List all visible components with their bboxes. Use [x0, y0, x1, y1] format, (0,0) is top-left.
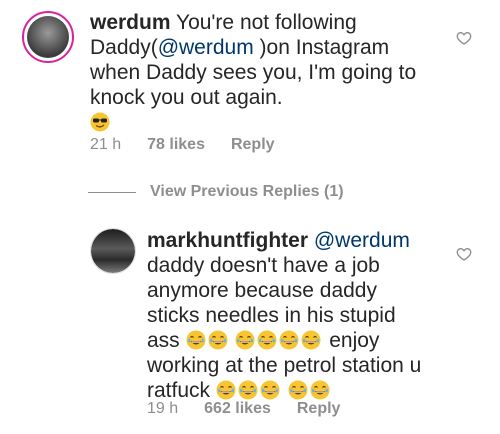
- reply-button[interactable]: Reply: [231, 136, 275, 154]
- laughing-emoji-icon: [301, 330, 321, 350]
- laughing-emoji-icon: [310, 380, 330, 400]
- comment-markhuntfighter: markhuntfighter @werdum daddy doesn't ha…: [147, 228, 433, 403]
- comment-werdum: werdum You're not following Daddy(@werdu…: [90, 10, 430, 135]
- laughing-emoji-group-3: [216, 379, 282, 402]
- mention-werdum[interactable]: @werdum: [158, 36, 254, 59]
- laughing-emoji-icon: [186, 330, 206, 350]
- laughing-emoji-group-1: [186, 329, 230, 352]
- view-previous-replies[interactable]: View Previous Replies (1): [88, 183, 344, 201]
- reply-button-2[interactable]: Reply: [297, 400, 341, 418]
- laughing-emoji-icon: [235, 330, 255, 350]
- laughing-emoji-icon: [257, 330, 277, 350]
- like-heart-icon-2[interactable]: [456, 246, 472, 262]
- mention-werdum-2[interactable]: @werdum: [314, 229, 410, 252]
- username-werdum[interactable]: werdum: [90, 11, 171, 34]
- comment-meta-markhuntfighter: 19 h 662 likes Reply: [147, 400, 340, 418]
- avatar-markhuntfighter[interactable]: [90, 228, 136, 274]
- avatar-werdum[interactable]: [22, 11, 74, 63]
- likes-count-2[interactable]: 662 likes: [204, 400, 271, 418]
- divider-line: [88, 191, 136, 193]
- username-markhuntfighter[interactable]: markhuntfighter: [147, 229, 308, 252]
- view-previous-label[interactable]: View Previous Replies (1): [150, 183, 344, 201]
- comment-time: 21 h: [90, 136, 122, 153]
- likes-count[interactable]: 78 likes: [147, 136, 205, 154]
- sunglasses-emoji-icon: [90, 112, 110, 132]
- laughing-emoji-icon: [208, 330, 228, 350]
- laughing-emoji-group-2: [235, 329, 323, 352]
- laughing-emoji-icon: [216, 380, 236, 400]
- laughing-emoji-icon: [279, 330, 299, 350]
- laughing-emoji-icon: [288, 380, 308, 400]
- like-heart-icon[interactable]: [456, 30, 472, 46]
- laughing-emoji-icon: [238, 380, 258, 400]
- comment-time-2: 19 h: [147, 400, 179, 417]
- laughing-emoji-icon: [260, 380, 280, 400]
- comment-meta-werdum: 21 h 78 likes Reply: [90, 136, 275, 154]
- laughing-emoji-group-4: [288, 379, 332, 402]
